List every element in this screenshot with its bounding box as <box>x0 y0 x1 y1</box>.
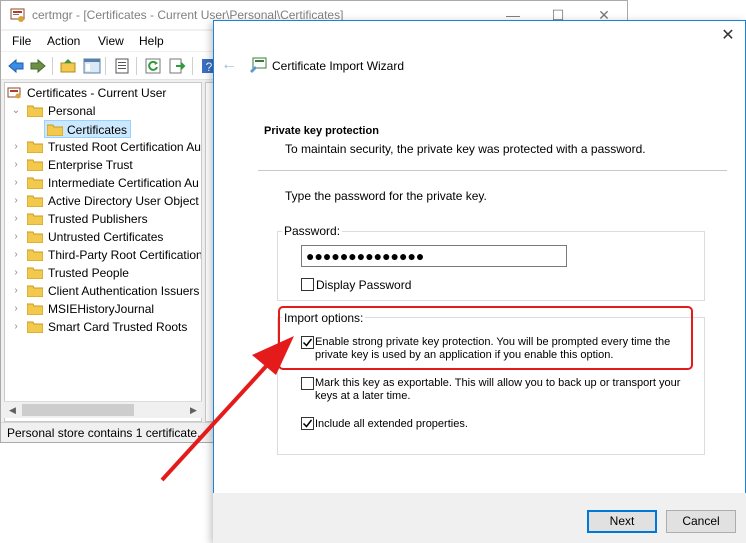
chevron-right-icon[interactable]: › <box>10 138 22 156</box>
tree-item-label: Client Authentication Issuers <box>48 284 200 298</box>
toolbar-separator <box>52 57 53 75</box>
chevron-right-icon[interactable]: › <box>10 156 22 174</box>
certificate-wizard-icon <box>250 57 267 73</box>
display-password-label[interactable]: Display Password <box>316 279 411 292</box>
toolbar-separator <box>192 57 193 75</box>
back-icon[interactable] <box>7 57 25 75</box>
tree-item-label: Untrusted Certificates <box>48 230 164 244</box>
password-label: Password: <box>282 224 343 238</box>
page-heading: Private key protection <box>264 125 379 137</box>
cancel-button[interactable]: Cancel <box>666 510 736 533</box>
password-input[interactable]: ●●●●●●●●●●●●●● <box>301 245 567 267</box>
chevron-right-icon[interactable]: › <box>10 174 22 192</box>
folder-icon <box>27 267 43 279</box>
tree-item-certificates[interactable]: Certificates <box>44 120 131 138</box>
folder-icon <box>47 124 63 136</box>
folder-icon <box>27 303 43 315</box>
status-text: Personal store contains 1 certificate. <box>7 426 201 440</box>
display-password-checkbox[interactable] <box>301 278 314 291</box>
header-divider <box>258 170 727 171</box>
tree-item-label: Active Directory User Object <box>48 194 199 208</box>
folder-icon <box>27 321 43 333</box>
page-subheading: To maintain security, the private key wa… <box>285 142 646 156</box>
chevron-right-icon[interactable]: › <box>10 300 22 318</box>
chevron-right-icon[interactable]: › <box>10 318 22 336</box>
tree-item-label: Smart Card Trusted Roots <box>48 320 188 334</box>
dialog-title: Certificate Import Wizard <box>272 59 405 73</box>
tree-item-label: Certificates <box>67 123 128 137</box>
tree-item-label: MSIEHistoryJournal <box>48 302 155 316</box>
certificate-import-wizard-dialog: ✕ ← Certificate Import Wizard Private ke… <box>213 20 746 543</box>
chevron-right-icon[interactable]: › <box>10 192 22 210</box>
menu-action[interactable]: Action <box>47 34 80 48</box>
dialog-title-bar: ✕ <box>214 21 745 51</box>
up-folder-icon[interactable] <box>59 57 77 75</box>
chevron-right-icon[interactable]: › <box>10 228 22 246</box>
menu-view[interactable]: View <box>98 34 124 48</box>
folder-icon <box>27 249 43 261</box>
folder-icon <box>27 231 43 243</box>
tree-pane: Certificates - Current User ⌄ Personal C… <box>4 82 202 422</box>
toolbar-separator <box>105 57 106 75</box>
folder-icon <box>27 141 43 153</box>
tree-item-label: Trusted People <box>48 266 129 280</box>
password-value: ●●●●●●●●●●●●●● <box>306 248 425 264</box>
extended-properties-checkbox[interactable] <box>301 417 314 430</box>
extended-properties-label[interactable]: Include all extended properties. <box>315 418 468 431</box>
folder-icon <box>27 213 43 225</box>
exportable-key-checkbox[interactable] <box>301 377 314 390</box>
tree-item-label: Enterprise Trust <box>48 158 133 172</box>
export-list-icon[interactable] <box>168 57 186 75</box>
chevron-right-icon[interactable]: › <box>10 210 22 228</box>
checkmark-icon <box>302 419 313 428</box>
toolbar-separator <box>136 57 137 75</box>
properties-icon[interactable] <box>113 57 131 75</box>
password-prompt: Type the password for the private key. <box>285 189 487 203</box>
forward-icon[interactable] <box>29 57 47 75</box>
refresh-icon[interactable] <box>144 57 162 75</box>
annotation-highlight-box <box>278 306 693 370</box>
scroll-left-icon[interactable]: ◀ <box>4 402 21 419</box>
back-arrow-icon[interactable]: ← <box>221 56 237 74</box>
scroll-right-icon[interactable]: ▶ <box>185 402 202 419</box>
exportable-key-label[interactable]: Mark this key as exportable. This will a… <box>315 377 690 403</box>
folder-icon <box>27 159 43 171</box>
chevron-right-icon[interactable]: › <box>10 282 22 300</box>
certmgr-app-icon <box>10 8 25 22</box>
dialog-close-button[interactable]: ✕ <box>717 25 739 47</box>
chevron-right-icon[interactable]: › <box>10 246 22 264</box>
folder-icon <box>27 195 43 207</box>
tree-root-label: Certificates - Current User <box>27 86 167 100</box>
tree-item-label: Personal <box>48 104 96 118</box>
tree-item-label: Intermediate Certification Au <box>48 176 199 190</box>
svg-text:?: ? <box>206 60 213 74</box>
folder-icon <box>27 177 43 189</box>
scrollbar-thumb[interactable] <box>22 404 134 416</box>
tree-item-label: Third-Party Root Certification <box>48 248 202 262</box>
chevron-right-icon[interactable]: › <box>10 264 22 282</box>
next-button[interactable]: Next <box>587 510 657 533</box>
chevron-down-icon[interactable]: ⌄ <box>10 102 22 120</box>
folder-icon <box>27 105 43 117</box>
horizontal-scrollbar[interactable]: ◀ ▶ <box>4 401 202 418</box>
tree-item-label: Trusted Publishers <box>48 212 148 226</box>
tree-item-label: Trusted Root Certification Au <box>48 140 201 154</box>
menu-file[interactable]: File <box>12 34 31 48</box>
folder-icon <box>27 285 43 297</box>
show-hide-tree-icon[interactable] <box>83 57 101 75</box>
certificates-icon <box>7 87 21 99</box>
menu-help[interactable]: Help <box>139 34 164 48</box>
